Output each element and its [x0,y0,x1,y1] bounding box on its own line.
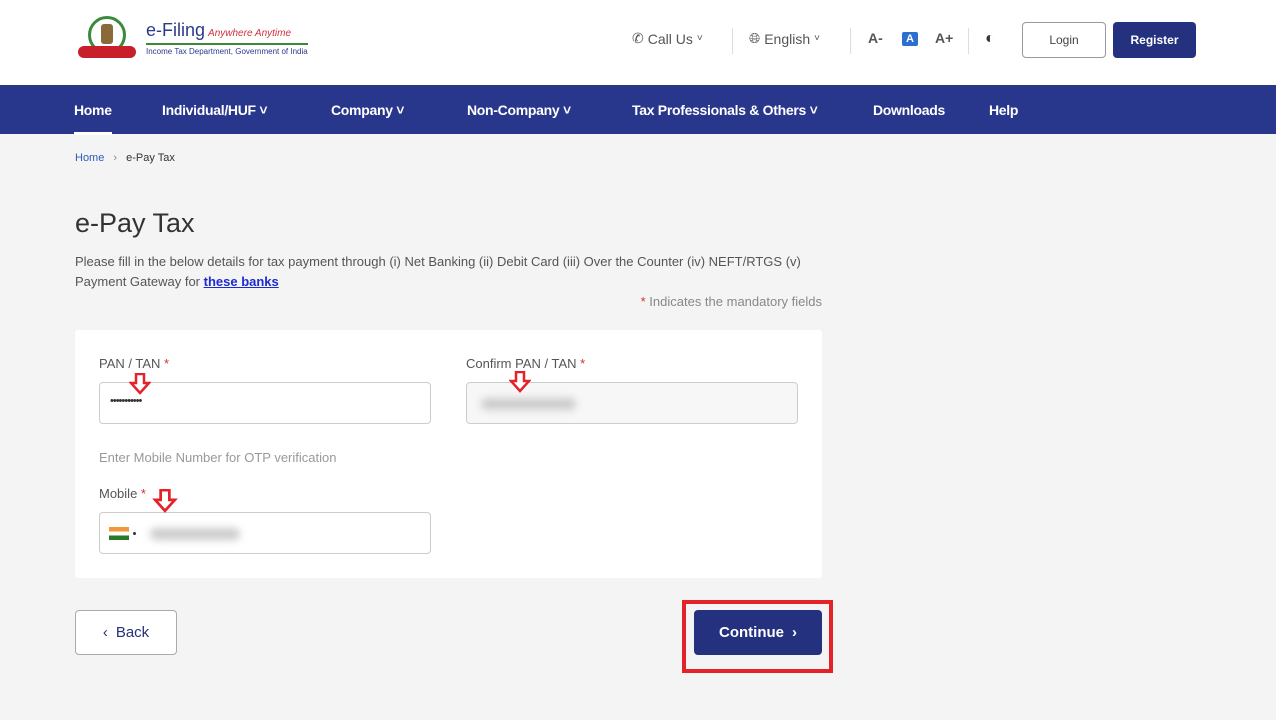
main-nav: Home Individual/HUF ˅ Company ˅ Non-Comp… [0,85,1276,135]
register-button[interactable]: Register [1113,22,1196,58]
page-description: Please fill in the below details for tax… [75,254,801,289]
globe-icon: 🌐︎ [749,30,761,46]
back-button[interactable]: ‹ Back [75,610,177,655]
phone-icon: ✆ [632,30,644,46]
annotation-arrow-icon [509,371,531,393]
annotation-arrow-icon [129,373,151,395]
contrast-icon[interactable]: ◐ [985,30,995,48]
font-decrease-button[interactable]: A- [868,30,883,46]
annotation-arrow-icon [152,489,178,513]
these-banks-link[interactable]: these banks [204,274,279,289]
logo-brand: e-Filing Anywhere Anytime [146,20,292,40]
confirm-pan-label: Confirm PAN / TAN * [466,356,586,371]
chevron-down-icon: ˅ [814,33,820,44]
breadcrumb-separator: › [113,152,118,164]
breadcrumb-current: e-Pay Tax [126,152,175,164]
call-us-dropdown[interactable]: ✆ Call Us ˅ [632,30,703,47]
chevron-down-icon: ˅ [696,33,703,44]
breadcrumb: Home › e-Pay Tax [75,152,175,164]
login-button[interactable]: Login [1022,22,1106,58]
language-dropdown[interactable]: 🌐︎ English ˅ [749,30,820,47]
nav-tax-professionals[interactable]: Tax Professionals & Others ˅ [632,102,818,118]
india-flag-icon[interactable] [109,527,129,540]
mandatory-note: * Indicates the mandatory fields [640,294,822,309]
font-increase-button[interactable]: A+ [935,30,953,46]
header: e-Filing Anywhere Anytime Income Tax Depa… [0,0,1276,85]
nav-individual-huf[interactable]: Individual/HUF ˅ [162,102,268,118]
page-title: e-Pay Tax [75,208,195,238]
nav-downloads[interactable]: Downloads [873,102,945,118]
efiling-logo[interactable]: e-Filing Anywhere Anytime Income Tax Depa… [76,16,316,64]
nav-company[interactable]: Company ˅ [331,102,404,118]
annotation-highlight-box [682,600,833,673]
pan-label: PAN / TAN * [99,356,170,371]
nav-non-company[interactable]: Non-Company ˅ [467,102,571,118]
logo-subtitle: Income Tax Department, Government of Ind… [146,47,308,56]
nav-home[interactable]: Home [74,102,112,135]
emblem-icon [76,16,138,62]
font-normal-button[interactable]: A [902,32,918,46]
nav-help[interactable]: Help [989,102,1018,118]
breadcrumb-home[interactable]: Home [75,152,104,164]
mobile-input[interactable] [99,512,431,554]
mobile-label: Mobile * [99,486,146,501]
chevron-left-icon: ‹ [102,624,108,641]
otp-hint: Enter Mobile Number for OTP verification [99,450,337,465]
